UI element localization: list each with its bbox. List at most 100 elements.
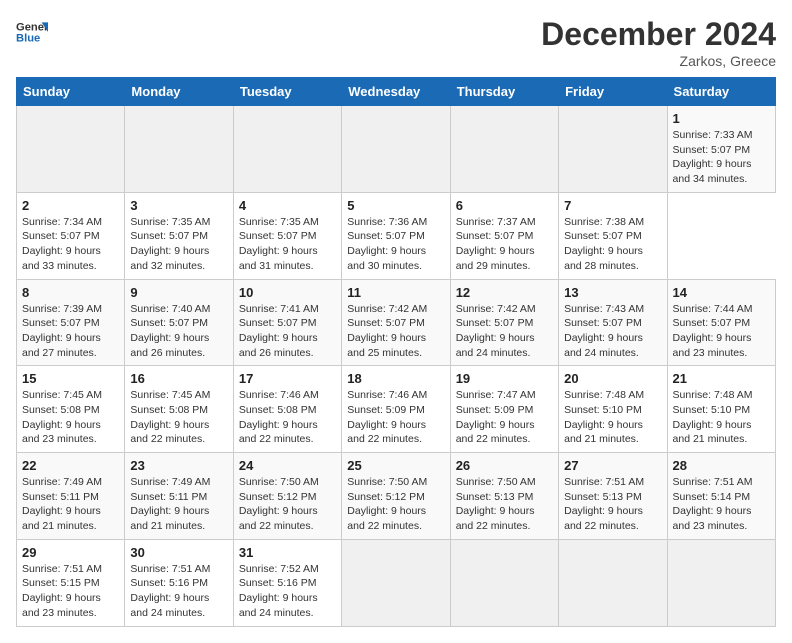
logo: General Blue (16, 16, 48, 48)
day-number: 22 (22, 458, 119, 473)
day-cell-23: 23 Sunrise: 7:49 AMSunset: 5:11 PMDaylig… (125, 453, 233, 540)
day-cell-2: 2 Sunrise: 7:34 AMSunset: 5:07 PMDayligh… (17, 192, 125, 279)
day-cell-27: 27 Sunrise: 7:51 AMSunset: 5:13 PMDaylig… (559, 453, 667, 540)
day-number: 17 (239, 371, 336, 386)
day-number: 29 (22, 545, 119, 560)
day-number: 13 (564, 285, 661, 300)
calendar-week-4: 15 Sunrise: 7:45 AMSunset: 5:08 PMDaylig… (17, 366, 776, 453)
day-cell-13: 13 Sunrise: 7:43 AMSunset: 5:07 PMDaylig… (559, 279, 667, 366)
day-info: Sunrise: 7:46 AMSunset: 5:08 PMDaylight:… (239, 388, 336, 447)
day-info: Sunrise: 7:42 AMSunset: 5:07 PMDaylight:… (347, 302, 444, 361)
day-info: Sunrise: 7:34 AMSunset: 5:07 PMDaylight:… (22, 215, 119, 274)
day-number: 16 (130, 371, 227, 386)
empty-cell (450, 539, 558, 626)
day-cell-6: 6 Sunrise: 7:37 AMSunset: 5:07 PMDayligh… (450, 192, 558, 279)
day-cell-25: 25 Sunrise: 7:50 AMSunset: 5:12 PMDaylig… (342, 453, 450, 540)
day-info: Sunrise: 7:44 AMSunset: 5:07 PMDaylight:… (673, 302, 770, 361)
page-header: General Blue December 2024 Zarkos, Greec… (16, 16, 776, 69)
day-cell-31: 31 Sunrise: 7:52 AMSunset: 5:16 PMDaylig… (233, 539, 341, 626)
day-number: 25 (347, 458, 444, 473)
calendar-week-6: 29 Sunrise: 7:51 AMSunset: 5:15 PMDaylig… (17, 539, 776, 626)
day-info: Sunrise: 7:51 AMSunset: 5:14 PMDaylight:… (673, 475, 770, 534)
day-info: Sunrise: 7:38 AMSunset: 5:07 PMDaylight:… (564, 215, 661, 274)
day-info: Sunrise: 7:45 AMSunset: 5:08 PMDaylight:… (22, 388, 119, 447)
day-info: Sunrise: 7:46 AMSunset: 5:09 PMDaylight:… (347, 388, 444, 447)
calendar-table: SundayMondayTuesdayWednesdayThursdayFrid… (16, 77, 776, 627)
day-info: Sunrise: 7:49 AMSunset: 5:11 PMDaylight:… (22, 475, 119, 534)
day-number: 26 (456, 458, 553, 473)
month-year: December 2024 (541, 16, 776, 53)
header-thursday: Thursday (450, 78, 558, 106)
day-cell-28: 28 Sunrise: 7:51 AMSunset: 5:14 PMDaylig… (667, 453, 775, 540)
day-info: Sunrise: 7:50 AMSunset: 5:12 PMDaylight:… (347, 475, 444, 534)
day-number: 21 (673, 371, 770, 386)
logo-icon: General Blue (16, 16, 48, 48)
day-info: Sunrise: 7:37 AMSunset: 5:07 PMDaylight:… (456, 215, 553, 274)
day-cell-8: 8 Sunrise: 7:39 AMSunset: 5:07 PMDayligh… (17, 279, 125, 366)
day-number: 7 (564, 198, 661, 213)
day-info: Sunrise: 7:45 AMSunset: 5:08 PMDaylight:… (130, 388, 227, 447)
empty-cell (667, 539, 775, 626)
calendar-week-5: 22 Sunrise: 7:49 AMSunset: 5:11 PMDaylig… (17, 453, 776, 540)
day-info: Sunrise: 7:35 AMSunset: 5:07 PMDaylight:… (130, 215, 227, 274)
day-number: 11 (347, 285, 444, 300)
day-cell-5: 5 Sunrise: 7:36 AMSunset: 5:07 PMDayligh… (342, 192, 450, 279)
day-info: Sunrise: 7:51 AMSunset: 5:13 PMDaylight:… (564, 475, 661, 534)
day-cell-20: 20 Sunrise: 7:48 AMSunset: 5:10 PMDaylig… (559, 366, 667, 453)
day-cell-22: 22 Sunrise: 7:49 AMSunset: 5:11 PMDaylig… (17, 453, 125, 540)
empty-cell (342, 106, 450, 193)
day-number: 3 (130, 198, 227, 213)
day-number: 2 (22, 198, 119, 213)
day-cell-7: 7 Sunrise: 7:38 AMSunset: 5:07 PMDayligh… (559, 192, 667, 279)
day-info: Sunrise: 7:42 AMSunset: 5:07 PMDaylight:… (456, 302, 553, 361)
header-tuesday: Tuesday (233, 78, 341, 106)
day-number: 15 (22, 371, 119, 386)
day-info: Sunrise: 7:48 AMSunset: 5:10 PMDaylight:… (564, 388, 661, 447)
day-cell-29: 29 Sunrise: 7:51 AMSunset: 5:15 PMDaylig… (17, 539, 125, 626)
day-cell-19: 19 Sunrise: 7:47 AMSunset: 5:09 PMDaylig… (450, 366, 558, 453)
day-cell-12: 12 Sunrise: 7:42 AMSunset: 5:07 PMDaylig… (450, 279, 558, 366)
header-monday: Monday (125, 78, 233, 106)
day-cell-10: 10 Sunrise: 7:41 AMSunset: 5:07 PMDaylig… (233, 279, 341, 366)
day-cell-18: 18 Sunrise: 7:46 AMSunset: 5:09 PMDaylig… (342, 366, 450, 453)
empty-cell (233, 106, 341, 193)
day-cell-26: 26 Sunrise: 7:50 AMSunset: 5:13 PMDaylig… (450, 453, 558, 540)
day-info: Sunrise: 7:43 AMSunset: 5:07 PMDaylight:… (564, 302, 661, 361)
day-number: 8 (22, 285, 119, 300)
day-cell-1: 1 Sunrise: 7:33 AMSunset: 5:07 PMDayligh… (667, 106, 775, 193)
day-number: 14 (673, 285, 770, 300)
day-number: 19 (456, 371, 553, 386)
empty-cell (450, 106, 558, 193)
day-info: Sunrise: 7:50 AMSunset: 5:13 PMDaylight:… (456, 475, 553, 534)
day-cell-3: 3 Sunrise: 7:35 AMSunset: 5:07 PMDayligh… (125, 192, 233, 279)
day-info: Sunrise: 7:39 AMSunset: 5:07 PMDaylight:… (22, 302, 119, 361)
empty-cell (342, 539, 450, 626)
day-info: Sunrise: 7:49 AMSunset: 5:11 PMDaylight:… (130, 475, 227, 534)
day-number: 28 (673, 458, 770, 473)
title-block: December 2024 Zarkos, Greece (541, 16, 776, 69)
empty-cell (559, 106, 667, 193)
day-number: 1 (673, 111, 770, 126)
location: Zarkos, Greece (541, 53, 776, 69)
day-number: 10 (239, 285, 336, 300)
day-info: Sunrise: 7:50 AMSunset: 5:12 PMDaylight:… (239, 475, 336, 534)
day-cell-21: 21 Sunrise: 7:48 AMSunset: 5:10 PMDaylig… (667, 366, 775, 453)
day-number: 31 (239, 545, 336, 560)
day-number: 12 (456, 285, 553, 300)
day-cell-15: 15 Sunrise: 7:45 AMSunset: 5:08 PMDaylig… (17, 366, 125, 453)
calendar-week-3: 8 Sunrise: 7:39 AMSunset: 5:07 PMDayligh… (17, 279, 776, 366)
day-cell-14: 14 Sunrise: 7:44 AMSunset: 5:07 PMDaylig… (667, 279, 775, 366)
day-number: 9 (130, 285, 227, 300)
day-info: Sunrise: 7:41 AMSunset: 5:07 PMDaylight:… (239, 302, 336, 361)
empty-cell (559, 539, 667, 626)
day-number: 4 (239, 198, 336, 213)
calendar-week-2: 2 Sunrise: 7:34 AMSunset: 5:07 PMDayligh… (17, 192, 776, 279)
calendar-week-1: 1 Sunrise: 7:33 AMSunset: 5:07 PMDayligh… (17, 106, 776, 193)
day-number: 24 (239, 458, 336, 473)
day-info: Sunrise: 7:36 AMSunset: 5:07 PMDaylight:… (347, 215, 444, 274)
header-saturday: Saturday (667, 78, 775, 106)
day-info: Sunrise: 7:33 AMSunset: 5:07 PMDaylight:… (673, 128, 770, 187)
day-cell-11: 11 Sunrise: 7:42 AMSunset: 5:07 PMDaylig… (342, 279, 450, 366)
empty-cell (125, 106, 233, 193)
day-cell-9: 9 Sunrise: 7:40 AMSunset: 5:07 PMDayligh… (125, 279, 233, 366)
